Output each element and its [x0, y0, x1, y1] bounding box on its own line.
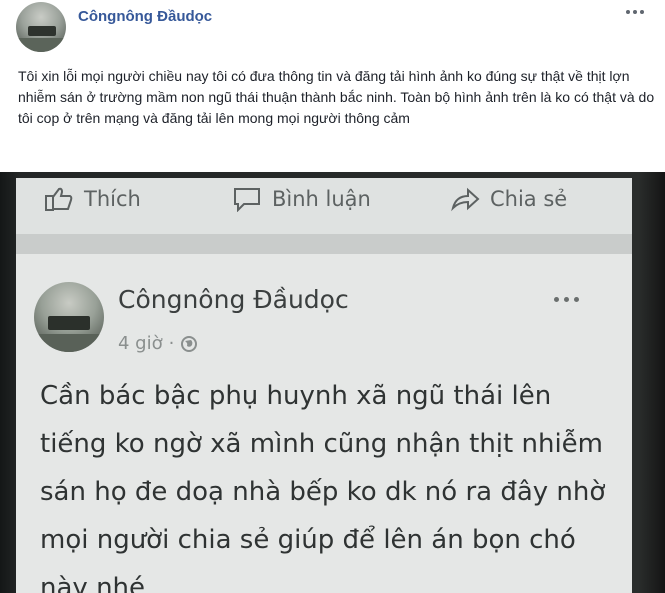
avatar-ground — [16, 38, 66, 52]
inner-avatar-ground — [34, 334, 104, 352]
share-action: Chia sẻ — [450, 186, 567, 212]
inner-post-meta: 4 giờ · — [118, 333, 198, 354]
inner-more-options-icon — [554, 294, 588, 304]
inner-author-avatar — [34, 282, 104, 352]
post-text: Tôi xin lỗi mọi người chiều nay tôi có đ… — [18, 68, 655, 126]
share-icon — [451, 187, 480, 212]
like-label: Thích — [84, 187, 141, 211]
share-label: Chia sẻ — [490, 187, 568, 211]
like-action: Thích — [44, 186, 141, 212]
inner-author-name: Côngnông Đầudọc — [118, 285, 349, 314]
globe-icon — [181, 335, 198, 352]
inner-post-time: 4 giờ — [118, 333, 163, 354]
comment-action: Bình luận — [232, 186, 371, 212]
thumbs-up-icon — [45, 187, 73, 211]
screen-divider — [16, 234, 632, 254]
comment-icon — [234, 188, 260, 212]
comment-label: Bình luận — [272, 187, 371, 211]
inner-post-text: Cần bác bậc phụ huynh xã ngũ thái lên ti… — [40, 381, 606, 593]
more-options-icon[interactable] — [623, 4, 647, 20]
post-header: Côngnông Đầudọc — [0, 0, 665, 58]
meta-separator: · — [168, 333, 175, 354]
inner-avatar-truck — [48, 316, 90, 330]
author-avatar[interactable] — [16, 2, 66, 52]
author-name-link[interactable]: Côngnông Đầudọc — [78, 8, 212, 25]
avatar-truck — [28, 26, 56, 36]
action-bar: Thích Bình luận Chia sẻ — [16, 178, 632, 234]
